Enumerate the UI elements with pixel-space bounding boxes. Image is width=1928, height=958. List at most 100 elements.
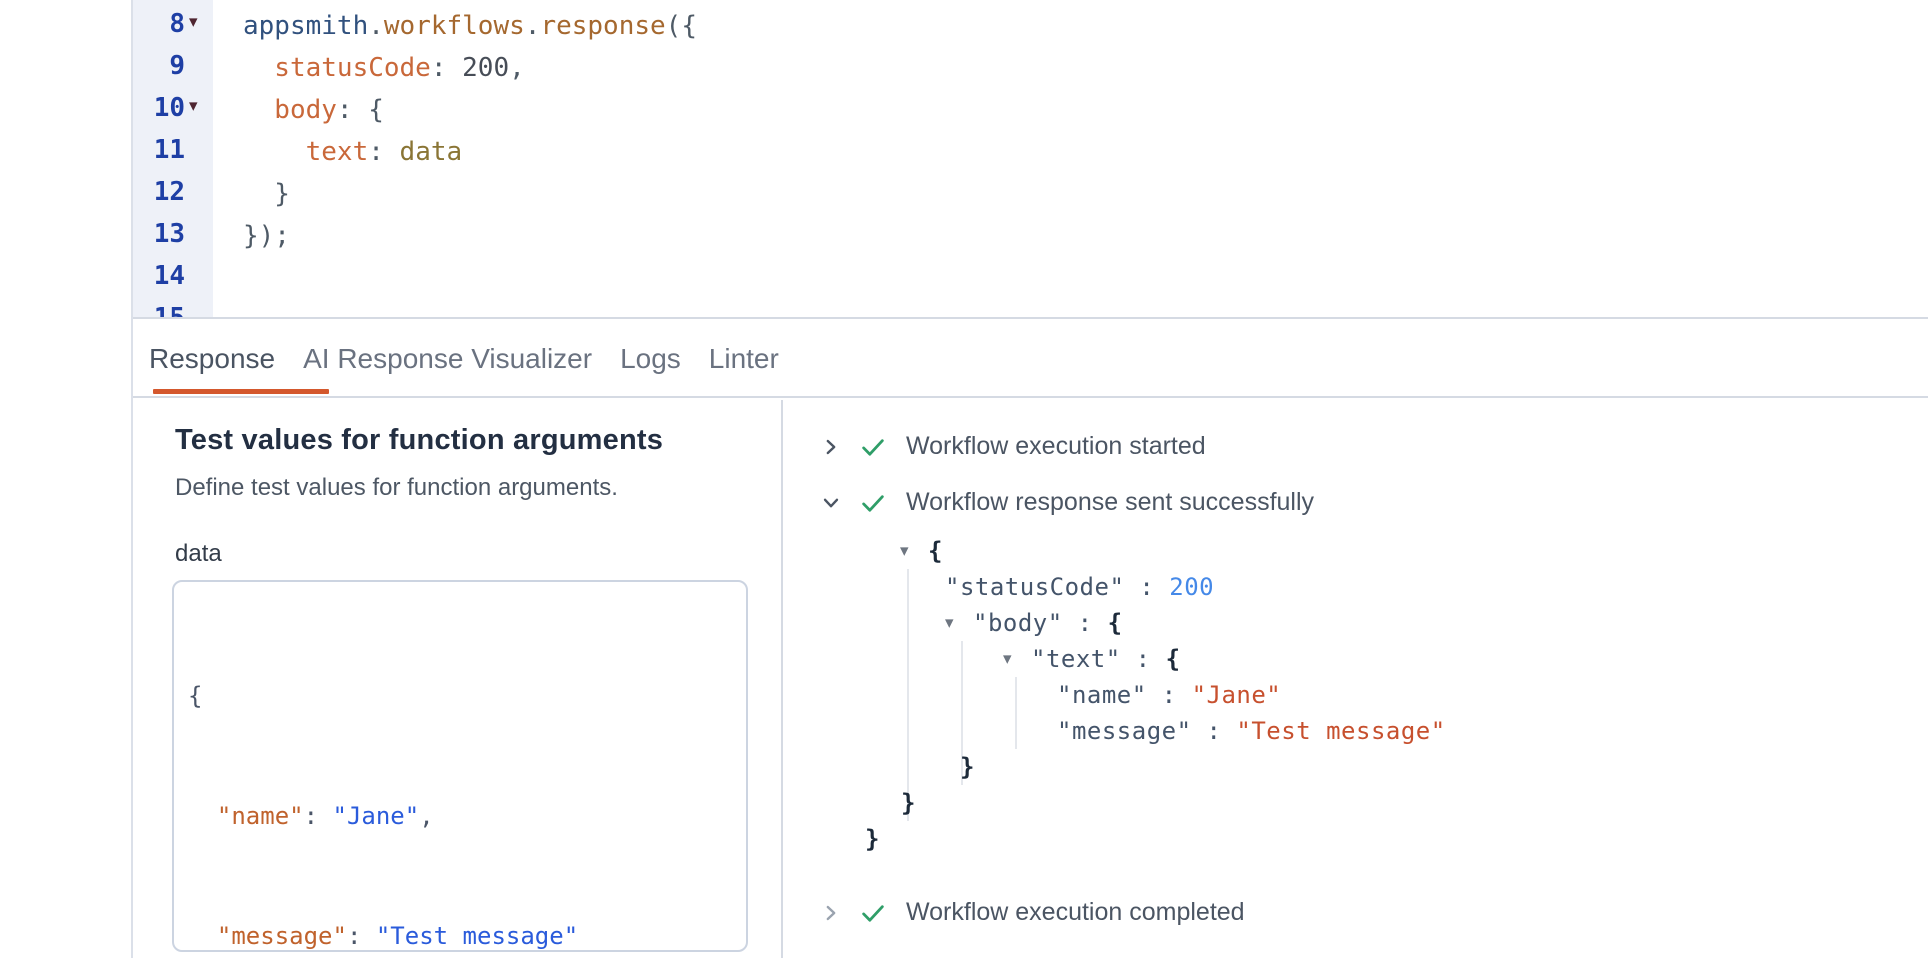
main-panel: 8 ▾ appsmith.workflows.response({ 9 stat…	[131, 0, 1928, 958]
tree-children: ▾ "text" : { "name" : "Jane" "message" :…	[961, 641, 1446, 785]
code-line[interactable]: 15	[133, 299, 1928, 319]
code-text[interactable]: appsmith.workflows.response({	[213, 11, 697, 41]
panel-description: Define test values for function argument…	[175, 474, 618, 502]
gutter-cell: 13	[133, 215, 213, 257]
code-token: workflows	[384, 11, 525, 41]
log-entry-label: Workflow execution started	[906, 432, 1206, 461]
tab-logs[interactable]: Logs	[618, 321, 683, 396]
code-token: appsmith	[243, 11, 368, 41]
tree-closing-brace: }	[960, 749, 1446, 785]
gutter-cell: 9	[133, 47, 213, 89]
success-check-icon	[859, 433, 887, 461]
collapse-triangle-icon[interactable]: ▾	[945, 605, 965, 641]
gutter-cell: 11	[133, 131, 213, 173]
tab-response[interactable]: Response	[147, 321, 277, 396]
code-token: ({	[666, 11, 697, 41]
code-token: });	[243, 221, 290, 251]
fold-arrow-icon[interactable]: ▾	[189, 96, 198, 116]
tree-row-body: ▾ "body" : {	[945, 605, 1446, 641]
code-line[interactable]: 14	[133, 257, 1928, 299]
line-number: 14	[133, 261, 185, 291]
json-line: {	[188, 676, 746, 716]
gutter-cell: 15	[133, 299, 213, 319]
data-argument-json[interactable]: { "name": "Jane", "message": "Test messa…	[174, 582, 746, 952]
chevron-right-icon[interactable]	[820, 436, 842, 458]
code-token: .	[368, 11, 384, 41]
success-check-icon	[859, 899, 887, 927]
tree-string-value: "Test message"	[1236, 713, 1445, 749]
fold-arrow-icon[interactable]: ▾	[189, 12, 198, 32]
test-values-panel: Test values for function arguments Defin…	[133, 400, 783, 958]
tree-row-message: "message" : "Test message"	[1057, 713, 1446, 749]
bottom-pane-tabbar: Response AI Response Visualizer Logs Lin…	[133, 321, 1928, 398]
line-number: 10	[133, 93, 185, 123]
code-line[interactable]: 11 text: data	[133, 131, 1928, 173]
code-text[interactable]: text: data	[213, 137, 462, 167]
log-entry-execution-started[interactable]: Workflow execution started	[820, 432, 1206, 461]
code-token: data	[400, 137, 463, 167]
collapse-triangle-icon[interactable]: ▾	[900, 533, 920, 569]
code-line[interactable]: 13 });	[133, 215, 1928, 257]
code-line[interactable]: 8 ▾ appsmith.workflows.response({	[133, 5, 1928, 47]
line-number: 13	[133, 219, 185, 249]
line-number: 11	[133, 135, 185, 165]
code-token: : {	[337, 95, 384, 125]
code-token: 200	[462, 53, 509, 83]
tab-linter[interactable]: Linter	[707, 321, 781, 396]
line-number: 12	[133, 177, 185, 207]
code-text[interactable]: }	[213, 179, 290, 209]
success-check-icon	[859, 489, 887, 517]
code-editor[interactable]: 8 ▾ appsmith.workflows.response({ 9 stat…	[133, 0, 1928, 319]
panel-title: Test values for function arguments	[175, 424, 663, 457]
code-token: }	[243, 179, 290, 209]
json-line: "name": "Jane",	[188, 796, 746, 836]
code-token: statusCode	[243, 53, 431, 83]
tree-row-text: ▾ "text" : {	[1003, 641, 1446, 677]
tree-row-statuscode: "statusCode" : 200	[945, 569, 1446, 605]
code-line[interactable]: 12 }	[133, 173, 1928, 215]
gutter-cell: 10 ▾	[133, 89, 213, 131]
tree-brace: {	[928, 533, 943, 569]
log-entry-response-sent[interactable]: Workflow response sent successfully	[820, 488, 1314, 517]
code-line[interactable]: 9 statusCode: 200,	[133, 47, 1928, 89]
tree-closing-brace: }	[901, 785, 1446, 821]
log-entry-label: Workflow execution completed	[906, 898, 1245, 927]
workflow-editor-screen: 8 ▾ appsmith.workflows.response({ 9 stat…	[0, 0, 1928, 958]
log-entry-label: Workflow response sent successfully	[906, 488, 1314, 517]
line-number: 9	[133, 51, 185, 81]
tree-row-name: "name" : "Jane"	[1057, 677, 1446, 713]
gutter-cell: 12	[133, 173, 213, 215]
collapse-triangle-icon[interactable]: ▾	[1003, 641, 1023, 677]
chevron-right-icon[interactable]	[820, 902, 842, 924]
code-lines: 8 ▾ appsmith.workflows.response({ 9 stat…	[133, 5, 1928, 319]
code-token: text	[243, 137, 368, 167]
data-argument-input[interactable]: { "name": "Jane", "message": "Test messa…	[172, 580, 748, 952]
code-text[interactable]: body: {	[213, 95, 384, 125]
tab-ai-response-visualizer[interactable]: AI Response Visualizer	[301, 321, 594, 396]
code-token: :	[368, 137, 399, 167]
code-token: :	[431, 53, 462, 83]
chevron-down-icon[interactable]	[820, 492, 842, 514]
execution-log-panel: Workflow execution started Workflow resp…	[785, 400, 1928, 958]
gutter-cell: 14	[133, 257, 213, 299]
line-number: 15	[133, 303, 185, 319]
tree-closing-brace: }	[865, 821, 1446, 857]
json-line: "message": "Test message"	[188, 916, 746, 952]
line-number: 8	[133, 9, 185, 39]
log-entry-execution-completed[interactable]: Workflow execution completed	[820, 898, 1245, 927]
tree-children: "statusCode" : 200 ▾ "body" : { ▾ "text"…	[907, 569, 1446, 821]
tree-root-row: ▾ {	[900, 533, 1446, 569]
argument-label-data: data	[175, 540, 222, 568]
code-token: response	[540, 11, 665, 41]
code-token: .	[525, 11, 541, 41]
response-json-tree: ▾ { "statusCode" : 200 ▾ "body" : { ▾ "t	[900, 533, 1446, 857]
tree-children: "name" : "Jane" "message" : "Test messag…	[1015, 677, 1446, 749]
code-text[interactable]: statusCode: 200,	[213, 53, 525, 83]
tree-number-value: 200	[1169, 569, 1214, 605]
code-token: body	[243, 95, 337, 125]
gutter-cell: 8 ▾	[133, 5, 213, 47]
code-token: ,	[509, 53, 525, 83]
code-text[interactable]: });	[213, 221, 290, 251]
code-line[interactable]: 10 ▾ body: {	[133, 89, 1928, 131]
tree-string-value: "Jane"	[1192, 677, 1282, 713]
